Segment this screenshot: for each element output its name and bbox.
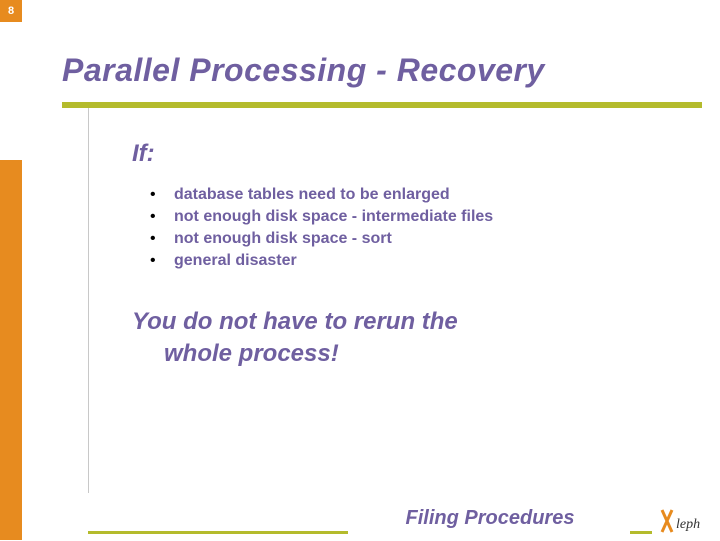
left-accent-bar [0,160,22,540]
list-item: • general disaster [150,252,672,270]
svg-text:leph: leph [676,517,700,532]
list-item: • database tables need to be enlarged [150,186,672,204]
conclusion-line-2: whole process! [132,338,672,370]
content-area: If: • database tables need to be enlarge… [132,140,672,371]
footer-underline-right [630,531,652,534]
list-item: • not enough disk space - sort [150,230,672,248]
conclusion-line-1: You do not have to rerun the [132,308,458,335]
bullet-icon: • [150,230,174,248]
list-item: • not enough disk space - intermediate f… [150,208,672,226]
bullet-list: • database tables need to be enlarged • … [150,186,672,270]
aleph-logo: leph [658,506,714,536]
slide-title: Parallel Processing - Recovery [62,52,545,89]
title-underline [62,102,702,108]
if-heading: If: [132,140,672,168]
bullet-text: database tables need to be enlarged [174,186,450,204]
footer-underline-left [88,531,348,534]
bullet-text: general disaster [174,252,297,270]
page-number: 8 [0,0,22,22]
bullet-icon: • [150,186,174,204]
bullet-text: not enough disk space - intermediate fil… [174,208,493,226]
content-divider [88,108,89,493]
bullet-text: not enough disk space - sort [174,230,392,248]
conclusion-text: You do not have to rerun the whole proce… [132,306,672,371]
bullet-icon: • [150,208,174,226]
bullet-icon: • [150,252,174,270]
footer-title: Filing Procedures [350,507,630,530]
